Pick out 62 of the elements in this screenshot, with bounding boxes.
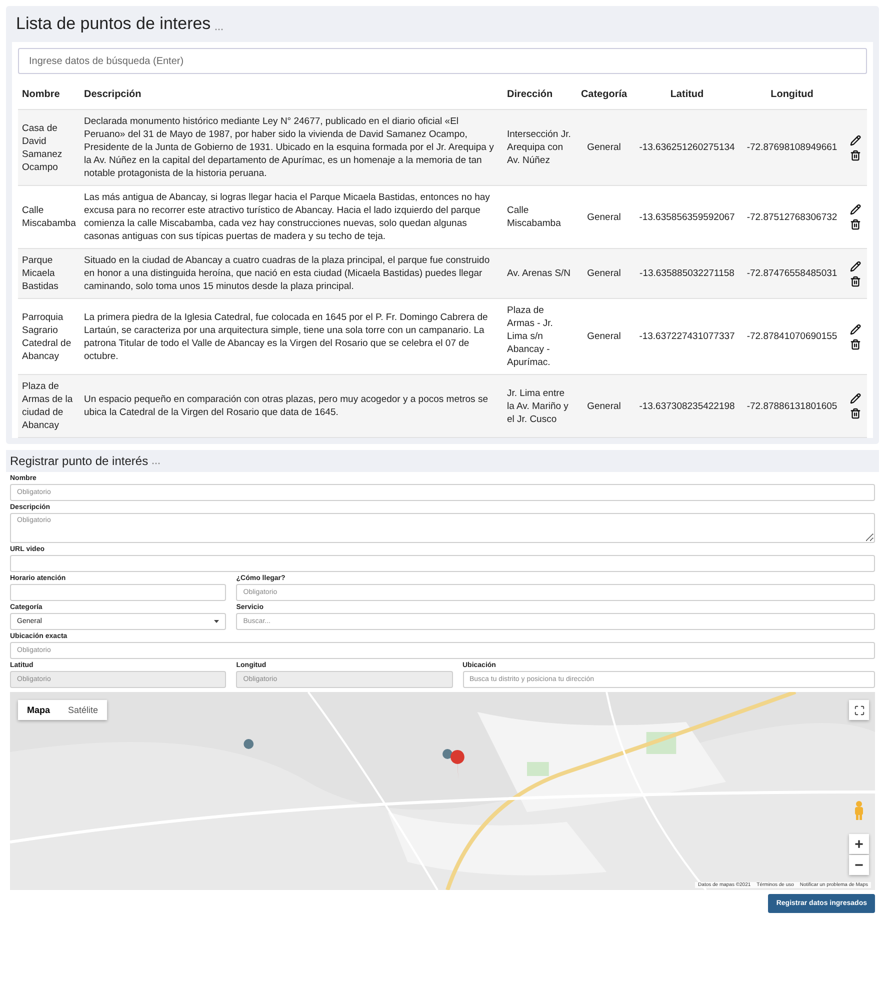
zoom-in-button[interactable]: + [849, 834, 869, 854]
edit-button[interactable] [850, 260, 860, 272]
map-type-tab[interactable]: Satélite [59, 700, 108, 720]
section-title: Lista de puntos de interes [16, 14, 211, 34]
delete-button[interactable] [850, 150, 860, 160]
trash-icon [850, 338, 860, 350]
table-cell: Av. Arenas S/N [503, 248, 575, 298]
table-cell: General [575, 248, 633, 298]
edit-button[interactable] [850, 134, 860, 146]
table-cell: Un espacio pequeño en comparación con otras plazas, pero muy acogedor y a pocos metros se ubica la Catedral de la Virgen del Rosario que data de 1645. [80, 374, 503, 438]
pencil-icon [850, 260, 860, 272]
search-field[interactable]: Ingrese datos de búsqueda (Enter) [18, 48, 867, 74]
delete-button[interactable] [850, 408, 860, 419]
table-cell: General [575, 186, 633, 248]
table-cell: General [575, 110, 633, 186]
trash-icon [850, 408, 860, 419]
table-cell: -13.635856359592067 [633, 186, 741, 248]
pencil-icon [850, 393, 860, 404]
table-cell: Situado en la ciudad de Abancay a cuatro cuadras de la plaza principal, el parque fue construido en honor a una distinguida heroína, que nació en esta ciudad (Micaela Bastidas) puedes llegar caminando, solo toma unos 15 minutos desde la plaza principal. [80, 248, 503, 298]
trash-icon [850, 276, 860, 286]
table-cell: -13.637308235422198 [633, 374, 741, 438]
table-cell: Plaza de Armas - Jr. Lima s/n Abancay - Apurímac. [503, 298, 575, 374]
table-cell: La primera piedra de la Iglesia Catedral, fue colocada en 1645 por el P. Fr. Domingo Cabrera de Lartaún, se caracteriza por una arquitectura simple, tiene una sola torre con un campanario. La patrona Titular de todo el Valle de Abancay es la Virgen del Rosario que se celebra el 07 de octubre. [80, 298, 503, 374]
edit-button[interactable] [850, 393, 860, 404]
delete-button[interactable] [850, 276, 860, 286]
table-cell: Parque Micaela Bastidas [18, 248, 80, 298]
table-cell: Casa de David Samanez Ocampo [18, 110, 80, 186]
map-type-tab[interactable]: Mapa [18, 700, 60, 720]
table-cell: Parroquia Sagrario Catedral de Abancay [18, 298, 80, 374]
table-cell: -13.637227431077337 [633, 298, 741, 374]
table-cell: Calle Miscabamba [18, 186, 80, 248]
table-cell: -13.635885032271158 [633, 248, 741, 298]
edit-button[interactable] [850, 204, 860, 215]
table-cell: -72.87476558485031 [741, 248, 843, 298]
delete-button[interactable] [850, 338, 860, 350]
table-cell: Calle Miscabamba [503, 186, 575, 248]
table-cell: Las más antigua de Abancay, si logras llegar hacia el Parque Micaela Bastidas, entonces no hay excusa para no recorrer este atractivo turístico de Abancay. Hacia el lado izquierdo del parque comienza la calle Miscabamba, cada vez hay construcciones nuevas, solo quedan algunas casonas antiguas con sus típicas puertas de madera y su techo de teja. [80, 186, 503, 248]
table-cell: -13.636251260275134 [633, 110, 741, 186]
edit-button[interactable] [850, 324, 860, 334]
table-cell: Intersección Jr. Arequipa con Av. Núñez [503, 110, 575, 186]
pencil-icon [850, 134, 860, 146]
table-cell: -72.87512768306732 [741, 186, 843, 248]
table-cell: General [575, 374, 633, 438]
table-cell: -72.87698108949661 [741, 110, 843, 186]
trash-icon [850, 150, 860, 160]
caret-icon [214, 620, 220, 623]
input-field[interactable] [10, 555, 875, 572]
fullscreen-button[interactable] [849, 700, 869, 720]
table-cell: -72.87841070690155 [741, 298, 843, 374]
table-cell: Plaza de Armas de la ciudad de Abancay [18, 374, 80, 438]
fullscreen-icon [854, 704, 864, 716]
delete-button[interactable] [850, 219, 860, 230]
pencil-icon [850, 324, 860, 334]
pencil-icon [850, 204, 860, 215]
table-cell: Declarada monumento histórico mediante Ley N° 24677, publicado en el diario oficial «El Peruano» del 31 de Mayo de 1987, por haber sido la vivienda de David Samanez Ocampo, Presidente de la Junta de Gobierno de 1931. Ubicado en la esquina formada por el Jr. Arequipa y la Av. Núñez en la capital del departamento de Apurímac, es un homenaje a la memoria de tan notable protagonista de la historia peruana. [80, 110, 503, 186]
table-cell: Jr. Lima entre la Av. Mariño y el Jr. Cusco [503, 374, 575, 438]
zoom-out-button[interactable]: − [849, 855, 869, 875]
trash-icon [850, 219, 860, 230]
table-cell: -72.87886131801605 [741, 374, 843, 438]
input-field[interactable] [10, 584, 226, 601]
section-title: Registrar punto de interés [10, 454, 148, 468]
table-cell: General [575, 298, 633, 374]
